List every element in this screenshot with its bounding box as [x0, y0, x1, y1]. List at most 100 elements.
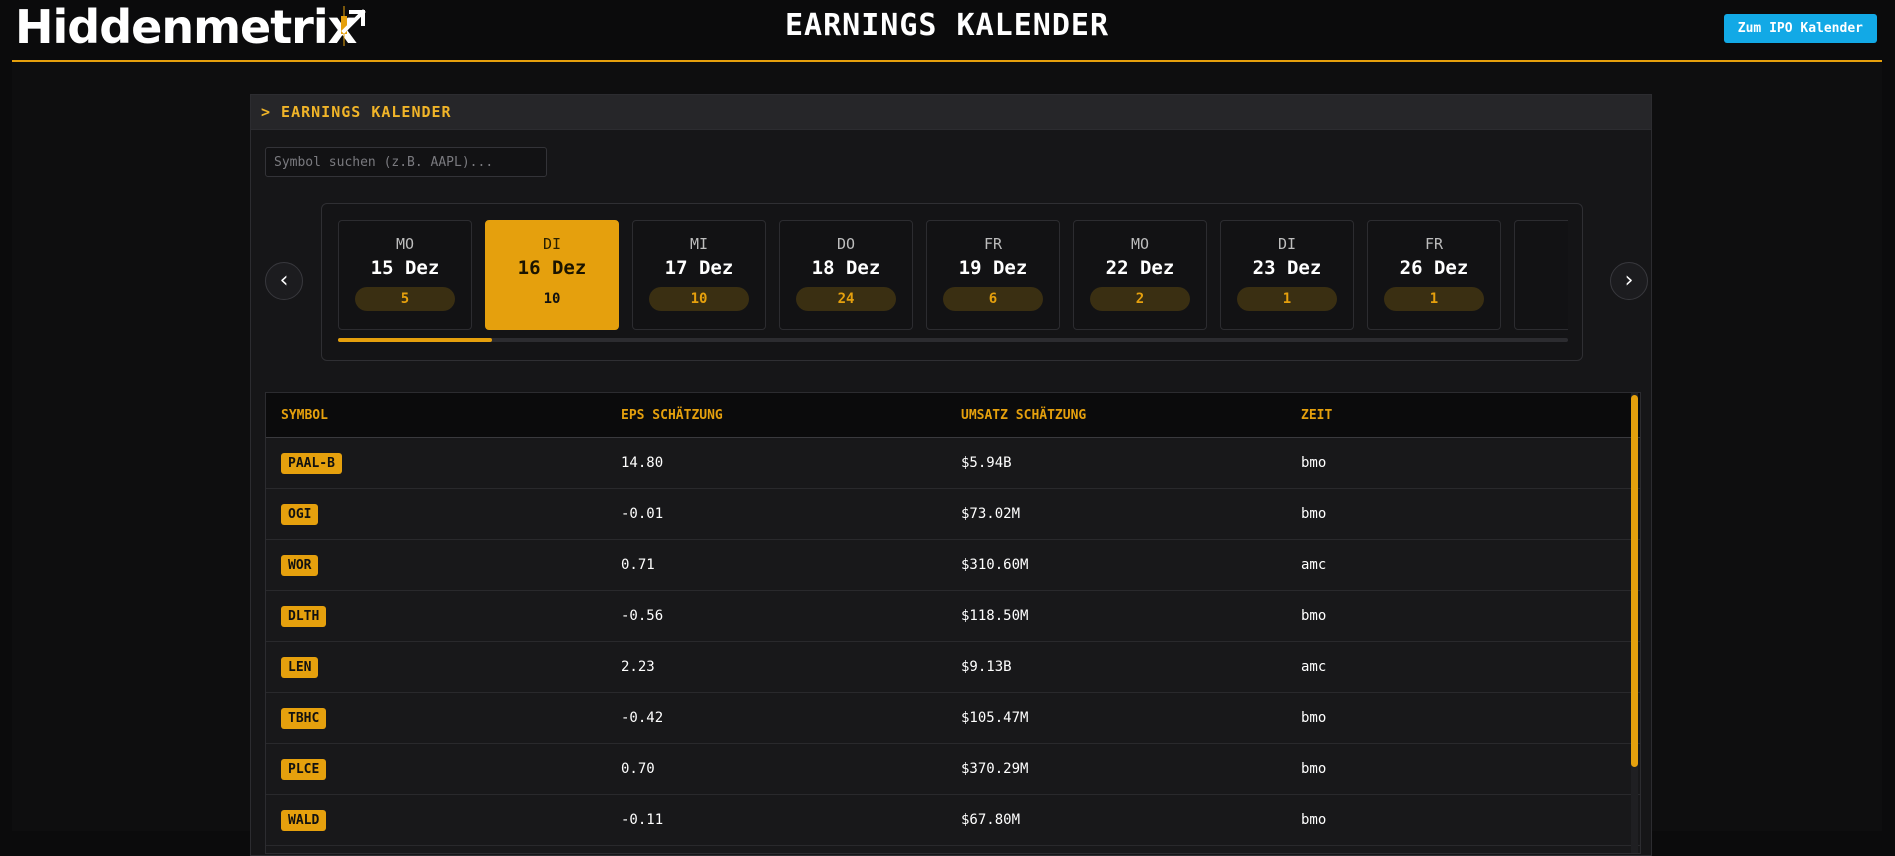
table-scrollbar[interactable] [1631, 393, 1638, 853]
revenue-cell: $370.29M [961, 761, 1029, 777]
column-header-eps[interactable]: EPS SCHÄTZUNG [621, 393, 723, 437]
day-card[interactable]: DI 16 Dez 10 [485, 220, 619, 330]
table-row[interactable]: WOR 0.71 $310.60M amc [266, 540, 1640, 591]
day-card[interactable]: FR 26 Dez 1 [1367, 220, 1501, 330]
time-cell: amc [1301, 557, 1327, 573]
day-card[interactable]: MO 15 Dez 5 [338, 220, 472, 330]
symbol-badge[interactable]: PAAL-B [281, 452, 342, 474]
day-card-date: 15 Dez [370, 257, 440, 279]
table-row[interactable]: TBHC -0.42 $105.47M bmo [266, 693, 1640, 744]
symbol-badge[interactable]: WOR [281, 554, 319, 576]
revenue-cell: $73.02M [961, 506, 1021, 522]
revenue-cell: $310.60M [961, 557, 1029, 573]
day-card[interactable]: DI 23 Dez 1 [1220, 220, 1354, 330]
table-row[interactable]: PLCE 0.70 $370.29M bmo [266, 744, 1640, 795]
day-card[interactable]: DO 18 Dez 24 [779, 220, 913, 330]
time-cell: bmo [1301, 455, 1327, 471]
eps-cell: -0.42 [621, 710, 664, 726]
day-card[interactable]: MI 17 Dez 10 [632, 220, 766, 330]
symbol-badge[interactable]: OGI [281, 503, 319, 525]
table-row[interactable]: LEN 2.23 $9.13B amc [266, 642, 1640, 693]
revenue-cell: $118.50M [961, 608, 1029, 624]
time-cell: bmo [1301, 608, 1327, 624]
eps-cell: 2.23 [621, 659, 655, 675]
day-card-count-badge: 10 [543, 291, 561, 307]
ipo-calendar-button[interactable]: Zum IPO Kalender [1723, 14, 1877, 43]
app-frame: Hiddenmetrix EARNINGS KALENDER Zum IPO K… [12, 0, 1882, 856]
column-header-symbol[interactable]: SYMBOL [281, 393, 328, 437]
next-days-button[interactable]: › [1610, 262, 1648, 300]
day-card-weekday: DI [1277, 235, 1297, 253]
prev-days-button[interactable]: ‹ [265, 262, 303, 300]
symbol-badge[interactable]: LEN [281, 656, 319, 678]
revenue-cell: $105.47M [961, 710, 1029, 726]
day-card-date: 6 [1515, 235, 1568, 257]
time-cell: bmo [1301, 710, 1327, 726]
day-card-count-badge: 5 [355, 287, 455, 311]
symbol-cell: TBHC [281, 693, 327, 743]
day-card-count-badge: 2 [1090, 287, 1190, 311]
revenue-cell: $67.80M [961, 812, 1021, 828]
symbol-badge[interactable]: PLCE [281, 758, 327, 780]
symbol-badge[interactable]: DLTH [281, 605, 327, 627]
symbol-cell: LEN [281, 642, 319, 692]
column-header-time[interactable]: ZEIT [1301, 393, 1332, 437]
table-row[interactable]: WALD -0.11 $67.80M bmo [266, 795, 1640, 846]
day-card-weekday: DO [836, 235, 856, 253]
panel-title: > EARNINGS KALENDER [251, 95, 1651, 130]
symbol-cell: WOR [281, 540, 319, 590]
day-card[interactable]: FR 19 Dez 6 [926, 220, 1060, 330]
day-card-weekday: MO [395, 235, 415, 253]
day-card-weekday: DI [542, 235, 562, 253]
table-scrollbar-thumb[interactable] [1631, 395, 1638, 767]
symbol-badge[interactable]: TBHC [281, 707, 327, 729]
table-row[interactable]: PAAL-B 14.80 $5.94B bmo [266, 438, 1640, 489]
symbol-cell: OGI [281, 489, 319, 539]
eps-cell: -0.11 [621, 812, 664, 828]
symbol-cell: WALD [281, 795, 327, 845]
time-cell: amc [1301, 659, 1327, 675]
symbol-cell: DLTH [281, 591, 327, 641]
symbol-cell: PAAL-B [281, 438, 342, 488]
day-card-count-badge: 24 [796, 287, 896, 311]
day-card-date: 19 Dez [958, 257, 1028, 279]
day-card-date: 18 Dez [811, 257, 881, 279]
day-card-date: 26 Dez [1399, 257, 1469, 279]
revenue-cell: $9.13B [961, 659, 1012, 675]
column-header-revenue[interactable]: UMSATZ SCHÄTZUNG [961, 393, 1086, 437]
date-scrollbar-thumb[interactable] [338, 338, 492, 342]
eps-cell: 0.71 [621, 557, 655, 573]
revenue-cell: $5.94B [961, 455, 1012, 471]
table-header: SYMBOL EPS SCHÄTZUNG UMSATZ SCHÄTZUNG ZE… [266, 393, 1640, 438]
eps-cell: 14.80 [621, 455, 664, 471]
day-card-weekday: MO [1130, 235, 1150, 253]
table-body: PAAL-B 14.80 $5.94B bmo OGI -0.01 $73.02M bmo WO… [266, 438, 1640, 846]
time-cell: bmo [1301, 812, 1327, 828]
earnings-table: SYMBOL EPS SCHÄTZUNG UMSATZ SCHÄTZUNG ZE… [265, 392, 1641, 854]
day-card-count-badge: 6 [943, 287, 1043, 311]
day-card-date: 22 Dez [1105, 257, 1175, 279]
symbol-badge[interactable]: WALD [281, 809, 327, 831]
day-card-weekday: FR [1424, 235, 1444, 253]
table-row[interactable]: OGI -0.01 $73.02M bmo [266, 489, 1640, 540]
day-card-count-badge: 1 [1384, 287, 1484, 311]
eps-cell: 0.70 [621, 761, 655, 777]
symbol-search-input[interactable] [265, 147, 547, 177]
day-card-weekday: FR [983, 235, 1003, 253]
day-card-count-badge: 1 [1237, 287, 1337, 311]
day-card-date: 16 Dez [517, 257, 587, 279]
date-scrollbar[interactable] [338, 338, 1568, 342]
day-card-date: 17 Dez [664, 257, 734, 279]
day-card[interactable]: MO 22 Dez 2 [1073, 220, 1207, 330]
earnings-panel: > EARNINGS KALENDER ‹ MO 15 Dez 5 DI 16 Dez 1… [250, 94, 1652, 856]
day-card[interactable]: 6 [1514, 220, 1568, 330]
top-header: Hiddenmetrix EARNINGS KALENDER Zum IPO K… [12, 0, 1882, 62]
eps-cell: -0.01 [621, 506, 664, 522]
page-title: EARNINGS KALENDER [784, 8, 1110, 43]
days-viewport[interactable]: MO 15 Dez 5 DI 16 Dez 10 MI 17 Dez 10 DO 18 Dez 24 F… [338, 220, 1568, 330]
table-row[interactable]: DLTH -0.56 $118.50M bmo [266, 591, 1640, 642]
day-card-date: 23 Dez [1252, 257, 1322, 279]
time-cell: bmo [1301, 761, 1327, 777]
day-card-weekday: MI [689, 235, 709, 253]
eps-cell: -0.56 [621, 608, 664, 624]
